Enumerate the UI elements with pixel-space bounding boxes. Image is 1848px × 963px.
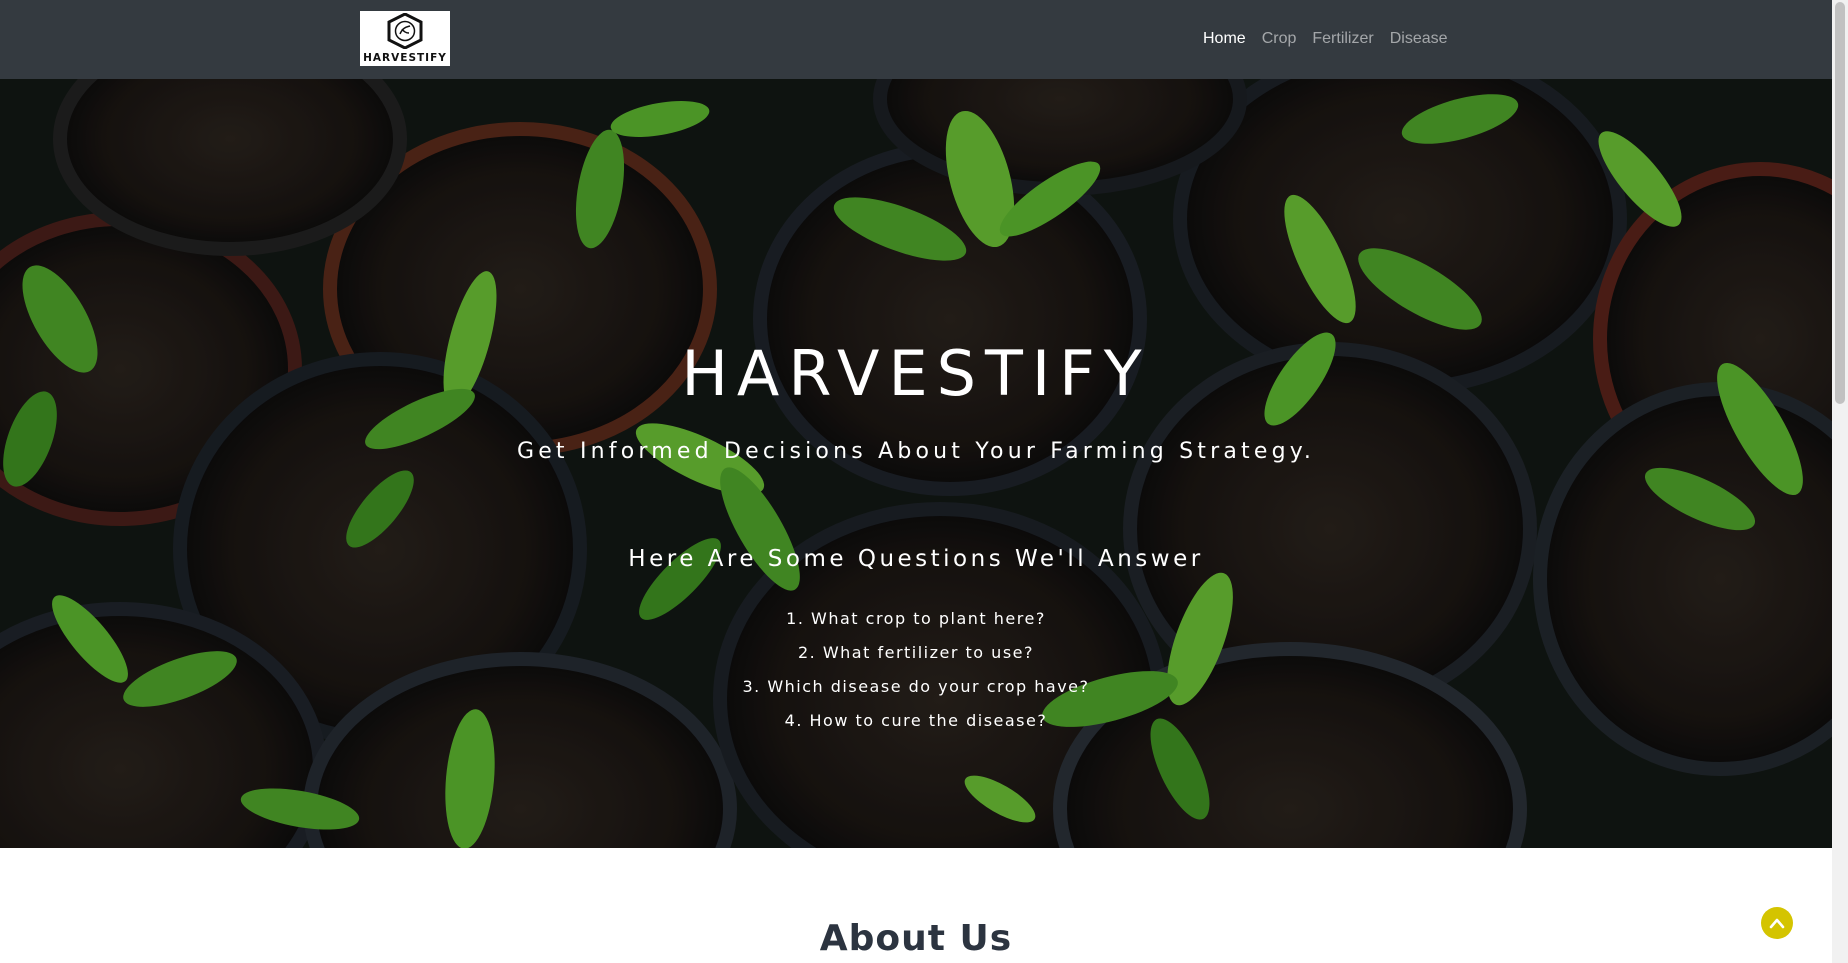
navbar: HARVESTIFY Home Crop Fertilizer Disease (0, 0, 1832, 79)
nav-link-crop[interactable]: Crop (1254, 29, 1305, 49)
question-item: 4. How to cure the disease? (784, 711, 1048, 730)
hero-title: HARVESTIFY (681, 337, 1151, 410)
hero-section: HARVESTIFY Get Informed Decisions About … (0, 79, 1832, 848)
hero-subtitle: Get Informed Decisions About Your Farmin… (516, 439, 1316, 464)
nav-links: Home Crop Fertilizer Disease (1195, 29, 1456, 49)
scrollbar[interactable] (1832, 0, 1848, 963)
question-item: 1. What crop to plant here? (786, 609, 1046, 628)
back-to-top-button[interactable] (1761, 907, 1793, 939)
scrollbar-thumb[interactable] (1835, 2, 1845, 404)
question-item: 2. What fertilizer to use? (797, 643, 1034, 662)
nav-link-home[interactable]: Home (1195, 29, 1254, 49)
nav-link-disease[interactable]: Disease (1382, 29, 1456, 49)
questions-list: 1. What crop to plant here? 2. What fert… (0, 602, 1832, 738)
logo[interactable]: HARVESTIFY (360, 11, 450, 66)
questions-heading: Here Are Some Questions We'll Answer (628, 546, 1204, 572)
about-us-title: About Us (819, 918, 1013, 959)
nav-link-fertilizer[interactable]: Fertilizer (1304, 29, 1381, 49)
logo-text: HARVESTIFY (363, 52, 447, 64)
logo-mark-icon (387, 13, 423, 49)
chevron-up-icon (1769, 918, 1785, 929)
question-item: 3. Which disease do your crop have? (742, 677, 1090, 696)
